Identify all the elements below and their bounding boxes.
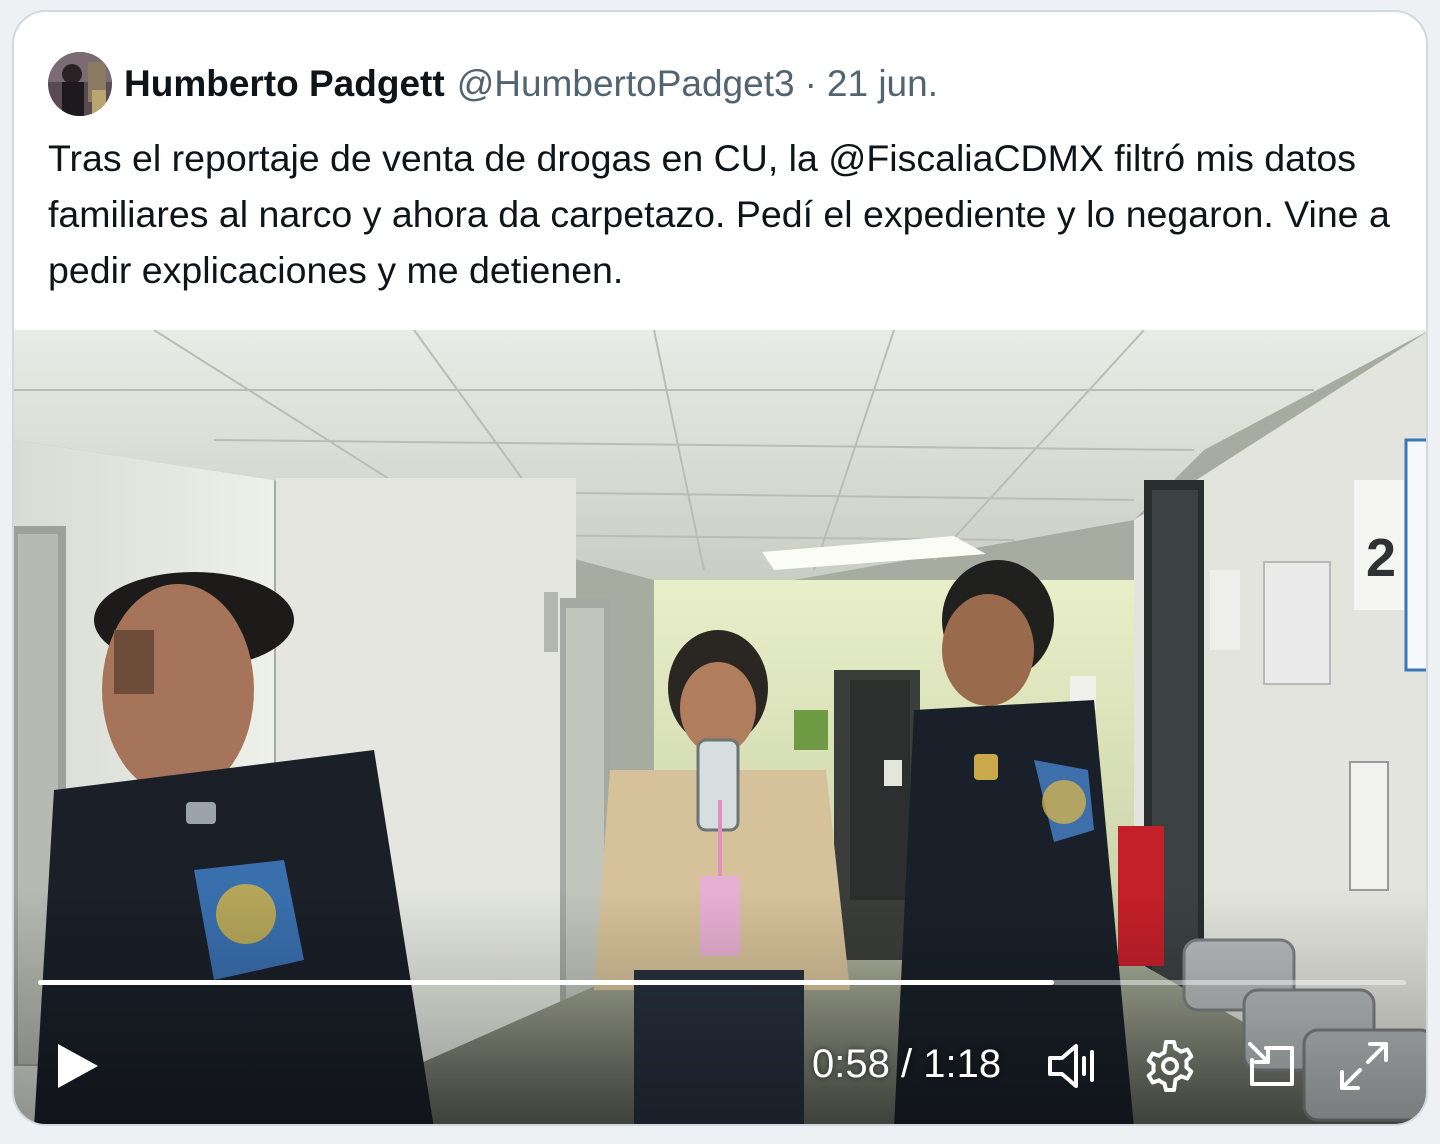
video-frame: 2 [14, 330, 1426, 1124]
video-current-time: 0:58 [812, 1042, 890, 1086]
picture-in-picture-icon [1248, 1042, 1294, 1086]
video-player[interactable]: 2 0:58 / 1:18 [14, 330, 1426, 1124]
tweet-date[interactable]: 21 jun. [827, 63, 938, 105]
video-progress-fill [38, 980, 1055, 985]
volume-button[interactable] [1044, 1038, 1100, 1094]
volume-icon [1048, 1044, 1094, 1088]
tweet-header: Humberto Padgett @HumbertoPadget3 · 21 j… [48, 48, 938, 120]
header-separator: · [804, 63, 817, 104]
settings-button[interactable] [1142, 1038, 1198, 1094]
video-duration: 1:18 [923, 1042, 1002, 1086]
play-icon [58, 1044, 98, 1088]
author-handle[interactable]: @HumbertoPadget3 [457, 63, 795, 105]
play-button[interactable] [50, 1040, 102, 1092]
video-progress-track[interactable] [38, 980, 1406, 985]
tweet-card[interactable]: Humberto Padgett @HumbertoPadget3 · 21 j… [12, 10, 1428, 1126]
video-time-separator: / [900, 1042, 913, 1086]
picture-in-picture-button[interactable] [1244, 1038, 1300, 1094]
fullscreen-icon [1340, 1042, 1388, 1090]
tweet-text: Tras el reportaje de venta de drogas en … [48, 137, 1390, 291]
author-display-name[interactable]: Humberto Padgett [124, 63, 445, 105]
gear-icon [1146, 1040, 1194, 1092]
video-time-display: 0:58 / 1:18 [812, 1038, 1001, 1090]
fullscreen-button[interactable] [1336, 1038, 1392, 1094]
avatar[interactable] [48, 52, 112, 116]
